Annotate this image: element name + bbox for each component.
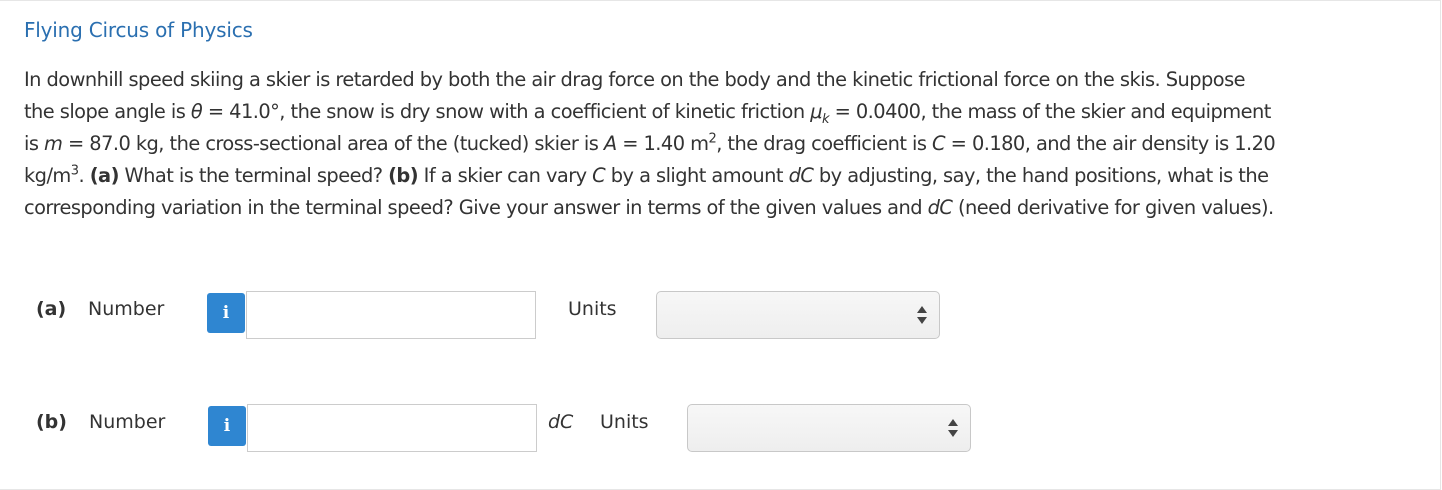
question-text-segment: If a skier can vary (418, 164, 593, 187)
part-a-marker: (a) (89, 164, 120, 187)
info-icon[interactable]: i (207, 293, 245, 333)
question-line-2: the slope angle is θ = 41.0°, the snow i… (24, 96, 1424, 128)
question-text-segment: = 0.180, and the air density is 1.20 (945, 132, 1276, 155)
part-b-marker: (b) (388, 164, 419, 187)
dc-symbol: dC (788, 164, 814, 187)
question-text-segment: . (78, 164, 90, 187)
question-text-segment: , the drag coefficient is (716, 132, 933, 155)
question-text-segment: = 87.0 kg, the cross-sectional area of t… (62, 132, 604, 155)
question-text-segment: = 1.40 m (616, 132, 709, 155)
question-text-segment: is (24, 132, 45, 155)
up-down-arrows-icon (948, 419, 958, 439)
number-input-a[interactable] (246, 291, 536, 339)
drag-coefficient-symbol: C (592, 164, 606, 187)
question-text: In downhill speed skiing a skier is reta… (24, 64, 1424, 224)
question-text-segment: = 41.0°, the snow is dry snow with a coe… (202, 100, 811, 123)
question-line-3: is m = 87.0 kg, the cross-sectional area… (24, 128, 1424, 160)
superscript: 3 (70, 163, 79, 179)
question-text-segment: In downhill speed skiing a skier is reta… (24, 68, 1246, 91)
question-text-segment: What is the terminal speed? (118, 164, 389, 187)
question-text-segment: corresponding variation in the terminal … (24, 196, 928, 219)
part-b-label: (b) (36, 411, 67, 433)
part-a-label: (a) (36, 298, 67, 320)
dc-label-b: dC (548, 411, 574, 433)
number-label-b: Number (89, 411, 166, 433)
number-input-b[interactable] (247, 404, 537, 452)
page-title: Flying Circus of Physics (24, 18, 253, 42)
theta-symbol: θ (190, 100, 203, 123)
drag-coefficient-symbol: C (932, 132, 946, 155)
mass-symbol: m (44, 132, 63, 155)
dc-symbol: dC (927, 196, 953, 219)
question-text-segment: = 0.0400, the mass of the skier and equi… (828, 100, 1272, 123)
units-label-b: Units (600, 411, 649, 433)
answer-row-a: (a) Number i Units (0, 285, 1442, 339)
question-text-segment: the slope angle is (24, 100, 191, 123)
question-line-5: corresponding variation in the terminal … (24, 192, 1424, 224)
mu-symbol: μ (810, 100, 822, 123)
up-down-arrows-icon (917, 306, 927, 326)
info-icon[interactable]: i (208, 406, 246, 446)
units-select-b[interactable] (687, 404, 971, 452)
question-text-segment: (need derivative for given values). (952, 196, 1274, 219)
number-label-a: Number (88, 298, 165, 320)
mu-subscript: k (821, 111, 830, 127)
question-text-segment: by adjusting, say, the hand positions, w… (813, 164, 1269, 187)
units-select-a[interactable] (656, 291, 940, 339)
units-label-a: Units (568, 298, 617, 320)
question-line-1: In downhill speed skiing a skier is reta… (24, 64, 1424, 96)
answer-row-b: (b) Number i dC Units (0, 398, 1442, 452)
area-symbol: A (603, 132, 617, 155)
question-text-segment: by a slight amount (605, 164, 789, 187)
question-text-segment: kg/m (24, 164, 71, 187)
question-line-4: kg/m3. (a) What is the terminal speed? (… (24, 160, 1424, 192)
